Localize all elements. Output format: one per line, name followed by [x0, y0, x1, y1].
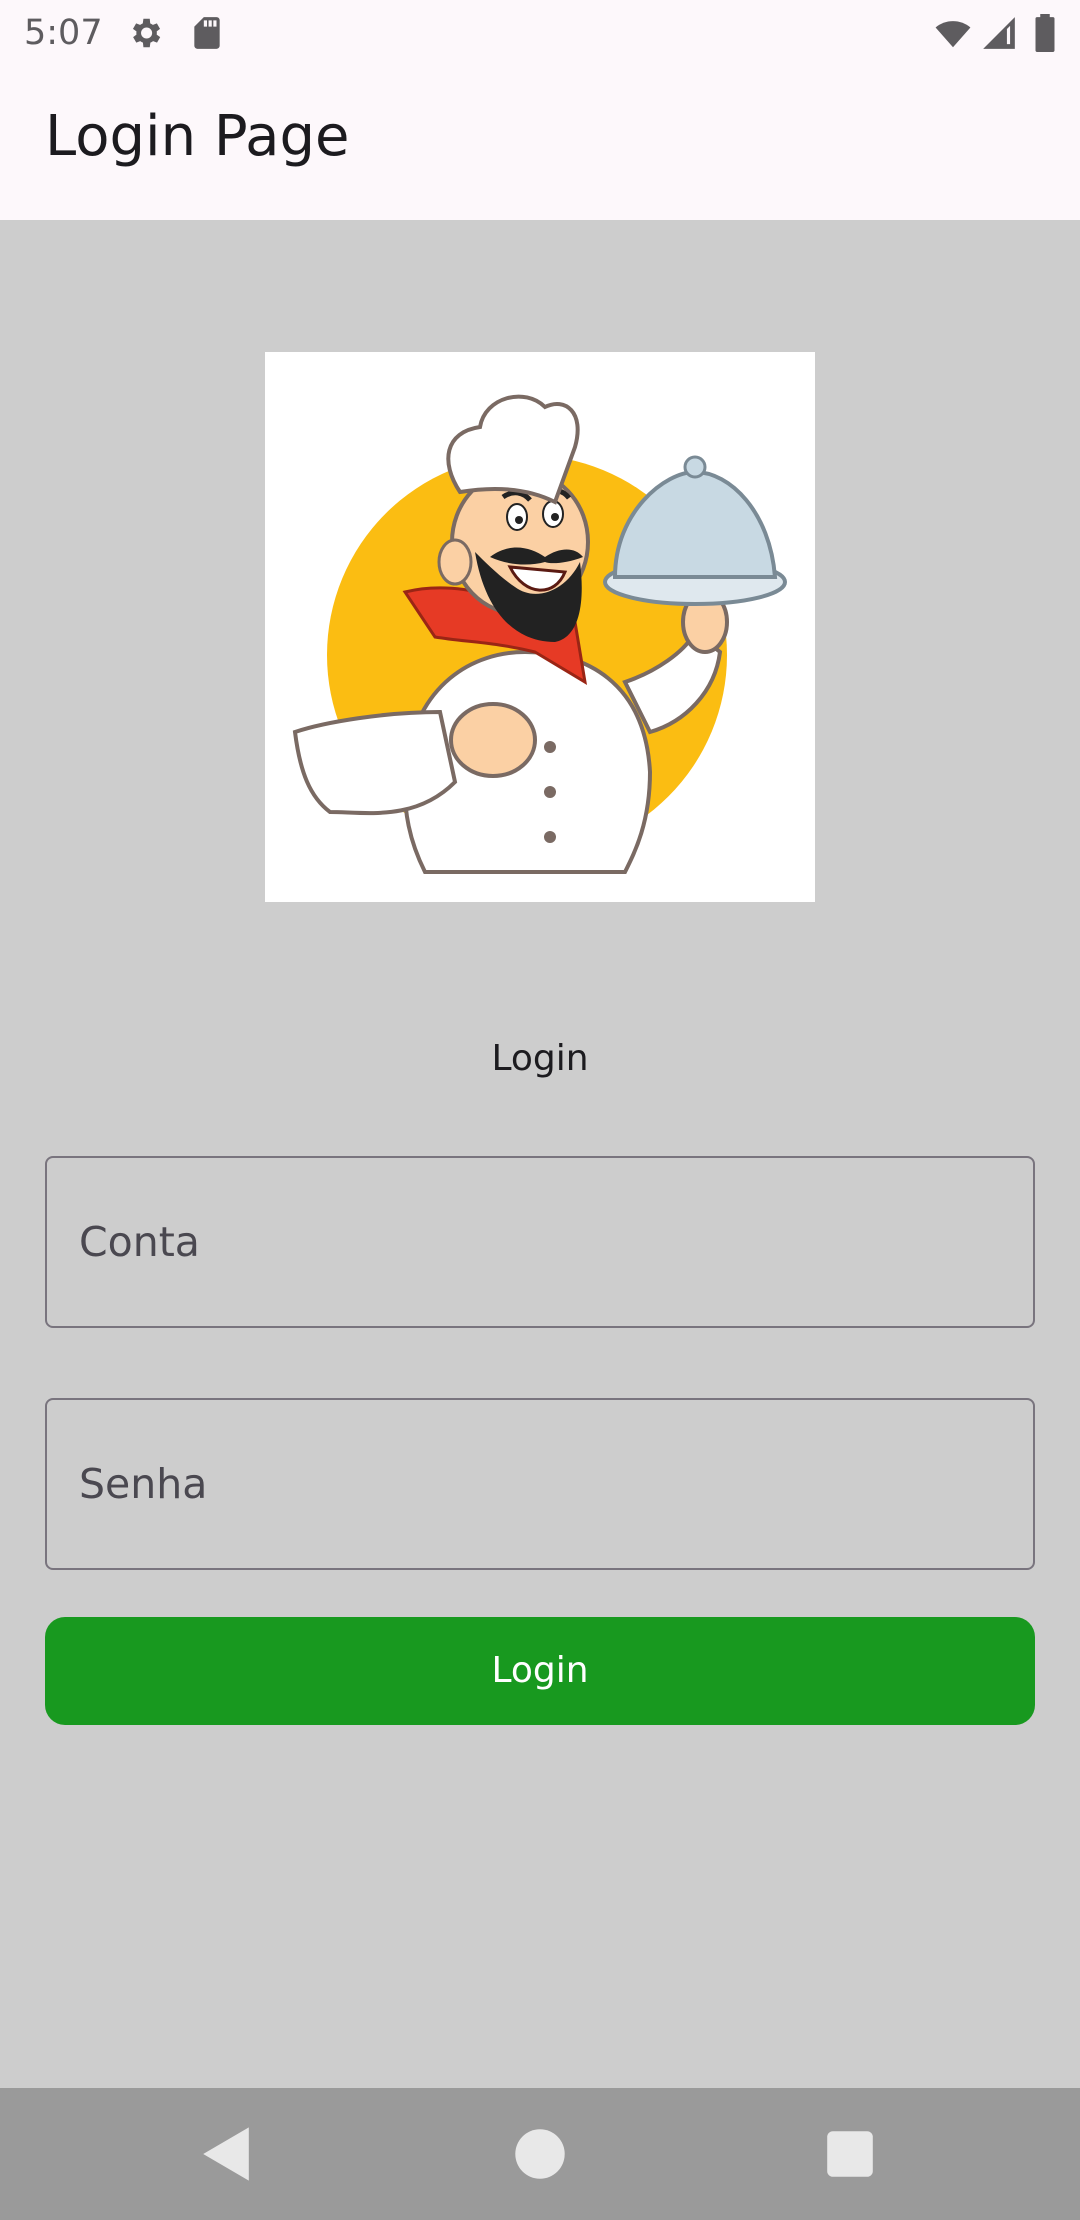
status-bar: 5:07 [0, 0, 1080, 66]
system-nav-bar [0, 2088, 1080, 2220]
account-field[interactable] [45, 1156, 1035, 1328]
chef-mascot-logo [292, 394, 787, 874]
password-field[interactable] [45, 1398, 1035, 1570]
account-input[interactable] [47, 1158, 1033, 1326]
wifi-icon [935, 21, 971, 48]
recents-icon[interactable] [812, 2116, 888, 2192]
cellular-signal-icon [983, 17, 1015, 49]
password-input[interactable] [47, 1400, 1033, 1568]
back-icon[interactable] [188, 2116, 264, 2192]
app-bar: Login Page [0, 66, 1080, 220]
login-heading: Login [491, 1038, 589, 1079]
login-button[interactable]: Login [45, 1617, 1035, 1725]
gear-icon [132, 18, 161, 48]
battery-icon [1035, 14, 1055, 52]
login-screen: Login Login [0, 220, 1080, 2088]
status-time: 5:07 [24, 13, 103, 53]
sd-card-icon [194, 17, 220, 49]
home-icon[interactable] [502, 2116, 578, 2192]
chef-logo [265, 352, 815, 902]
page-title: Login Page [45, 104, 350, 169]
